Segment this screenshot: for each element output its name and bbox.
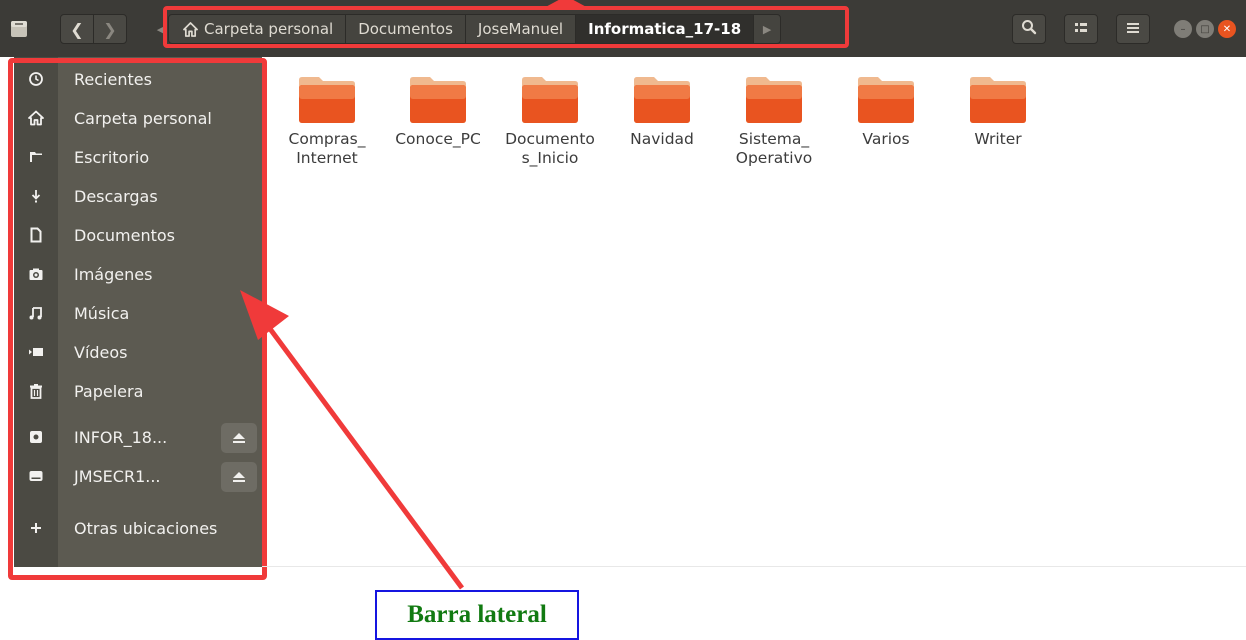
annotation-label: Barra lateral xyxy=(375,590,579,640)
annotation-arrow xyxy=(240,290,465,590)
